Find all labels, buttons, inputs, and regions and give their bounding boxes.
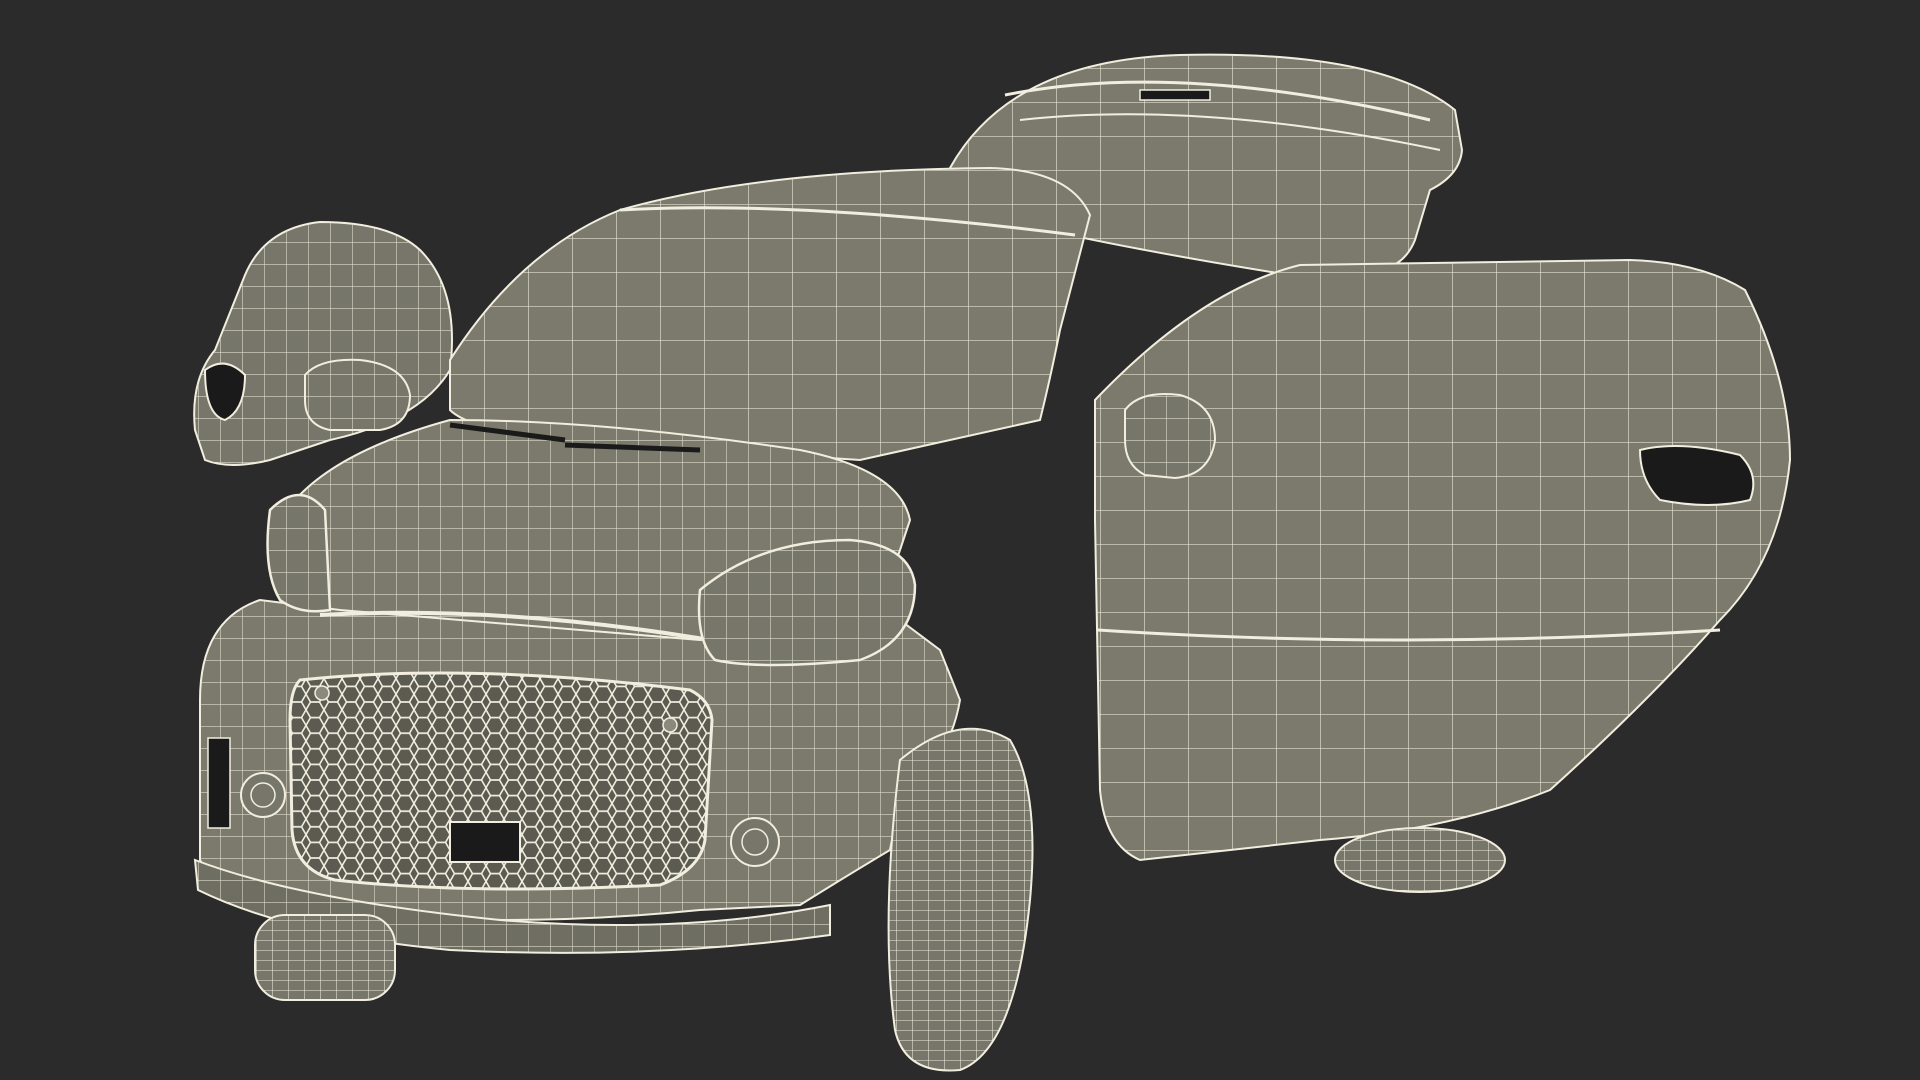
front-grille (288, 671, 714, 891)
right-fog-light (730, 817, 780, 867)
front-right-wheel (887, 727, 1034, 1072)
left-mirror (304, 358, 412, 431)
rear-right-wheel (1334, 827, 1506, 893)
front-left-wheel (254, 914, 396, 1001)
car-wireframe-scene (193, 53, 1792, 1072)
left-headlight (266, 493, 332, 613)
render-viewport (0, 0, 1920, 1080)
right-mirror (1124, 393, 1217, 480)
right-door (1094, 258, 1792, 862)
